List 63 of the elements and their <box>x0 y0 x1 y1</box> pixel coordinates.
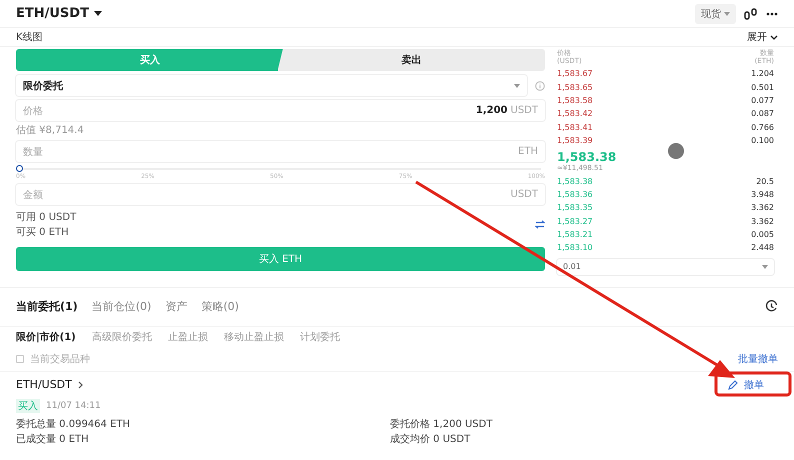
bid-quantity: 3.362 <box>751 203 774 212</box>
order-type-select[interactable]: 限价委托 <box>16 75 527 96</box>
orders-tab[interactable]: 当前仓位(0) <box>92 299 152 314</box>
checkbox[interactable] <box>16 354 24 363</box>
ask-quantity: 0.501 <box>751 82 774 92</box>
depth-select[interactable]: 0.01 <box>557 258 774 275</box>
ask-quantity: 0.766 <box>751 122 774 132</box>
ask-price[interactable]: 1,583.67 <box>557 69 593 78</box>
available-balance: 可用 0 USDT <box>16 211 76 224</box>
order-type-tab[interactable]: 高级限价委托 <box>92 330 152 344</box>
caret-icon <box>514 84 520 88</box>
order-type-tab[interactable]: 计划委托 <box>300 330 340 344</box>
bid-quantity: 20.5 <box>756 176 774 186</box>
cancel-link[interactable]: 撤单 <box>744 378 764 392</box>
expand-button[interactable]: 展开 <box>747 30 778 44</box>
order-time: 11/07 14:11 <box>46 400 101 411</box>
ask-price[interactable]: 1,583.41 <box>557 122 593 132</box>
filter-label: 当前交易品种 <box>30 352 90 366</box>
orders-tab[interactable]: 策略(0) <box>201 299 239 314</box>
touch-indicator <box>668 143 684 159</box>
estimate-text: 估值 ¥8,714.4 <box>16 124 85 137</box>
ask-quantity: 0.077 <box>751 96 774 105</box>
ask-price[interactable]: 1,583.42 <box>557 109 593 118</box>
bid-quantity: 3.362 <box>751 216 774 226</box>
pair-title[interactable]: ETH/USDT <box>16 6 89 21</box>
order-type-tab[interactable]: 限价|市价(1) <box>16 330 76 344</box>
order-pair[interactable]: ETH/USDT <box>16 378 72 392</box>
caret-icon <box>762 264 768 269</box>
ask-quantity: 1.204 <box>751 69 774 78</box>
order-detail: 已成交量 0 ETH <box>16 432 90 446</box>
ask-price[interactable]: 1,583.58 <box>557 96 593 105</box>
order-detail: 委托价格 1,200 USDT <box>390 418 494 431</box>
bid-quantity: 0.005 <box>751 230 774 240</box>
order-type-tab[interactable]: 移动止盈止损 <box>224 330 284 344</box>
cancel-all-link[interactable]: 批量撤单 <box>738 352 778 366</box>
ask-quantity: 0.100 <box>751 136 774 146</box>
ask-quantity: 0.087 <box>751 109 774 118</box>
bid-quantity: 3.948 <box>751 190 774 199</box>
chevron-right-icon[interactable] <box>78 380 83 389</box>
price-field[interactable]: 价格 1,200 USDT <box>16 100 545 121</box>
caret-icon <box>94 11 102 16</box>
can-buy-amount: 可买 0 ETH <box>16 226 70 239</box>
order-detail: 成交均价 0 USDT <box>390 432 472 446</box>
swap-icon[interactable] <box>535 220 545 229</box>
more-icon[interactable] <box>766 12 778 16</box>
last-price: 1,583.38 <box>557 150 616 164</box>
side-tab[interactable]: 卖出 <box>278 49 545 71</box>
bid-quantity: 2.448 <box>751 243 774 252</box>
slider-thumb[interactable] <box>16 165 23 172</box>
chart-label: K线图 <box>16 30 43 44</box>
pen-icon[interactable] <box>728 380 738 390</box>
orders-tab[interactable]: 资产 <box>165 299 188 314</box>
ask-price[interactable]: 1,583.65 <box>557 82 593 92</box>
caret-icon <box>724 12 730 16</box>
orders-tab[interactable]: 当前委托(1) <box>16 299 78 314</box>
side-badge: 买入 <box>16 398 40 413</box>
ask-price[interactable]: 1,583.39 <box>557 136 593 146</box>
chevron-icon <box>770 34 778 40</box>
history-icon[interactable] <box>765 300 778 314</box>
order-type-tab[interactable]: 止盈止损 <box>168 330 208 344</box>
market-dropdown[interactable]: 现货 <box>695 4 736 24</box>
order-detail: 委托总量 0.099464 ETH <box>16 418 132 431</box>
candles-icon[interactable] <box>744 8 758 20</box>
